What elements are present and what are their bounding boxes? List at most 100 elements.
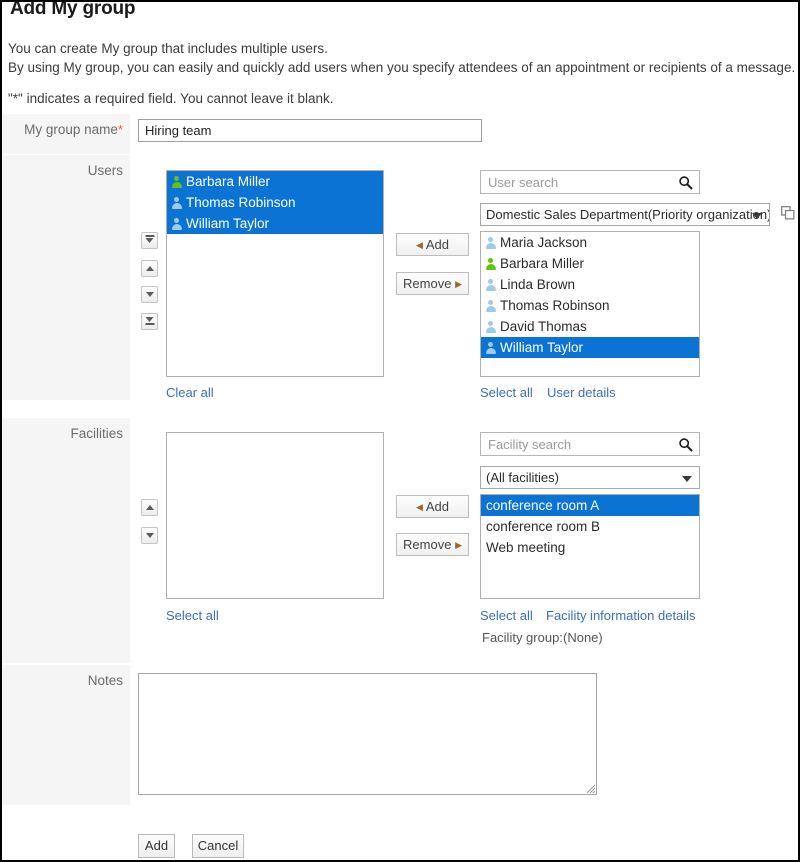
arrow-to-top-icon xyxy=(145,235,154,243)
list-item-label: Maria Jackson xyxy=(500,235,588,250)
list-item-label: Thomas Robinson xyxy=(186,195,296,210)
list-item-label: Thomas Robinson xyxy=(500,298,610,313)
users-label: Users xyxy=(87,163,123,178)
user-search-field[interactable] xyxy=(480,170,700,194)
user-icon xyxy=(484,341,497,354)
organization-select-value: Domestic Sales Department(Priority organ… xyxy=(486,207,770,222)
facilities-selected-listbox[interactable] xyxy=(166,432,384,599)
magnifier-icon[interactable] xyxy=(678,175,693,190)
user-icon xyxy=(484,278,497,291)
notes-label-cell: Notes xyxy=(2,665,130,805)
list-item[interactable]: conference room B xyxy=(481,516,699,537)
triangle-left-icon: ◀ xyxy=(416,240,423,250)
page-title: Add My group xyxy=(10,2,136,19)
list-item-label: William Taylor xyxy=(186,216,270,231)
list-item[interactable]: Barbara Miller xyxy=(167,171,383,192)
user-icon xyxy=(484,320,497,333)
required-asterisk: * xyxy=(117,122,123,137)
users-move-down-button[interactable] xyxy=(141,286,158,303)
required-field-note: "*" indicates a required field. You cann… xyxy=(8,91,334,106)
user-icon xyxy=(484,236,497,249)
magnifier-icon[interactable] xyxy=(678,437,693,452)
list-item-label: Web meeting xyxy=(486,540,566,555)
users-move-up-button[interactable] xyxy=(141,260,158,277)
triangle-right-icon: ▶ xyxy=(455,279,462,289)
facilities-add-button[interactable]: ◀ Add xyxy=(396,495,469,518)
facility-group-select[interactable]: (All facilities) xyxy=(480,466,700,489)
arrow-down-icon xyxy=(145,292,154,297)
user-search-input[interactable] xyxy=(481,171,699,193)
facilities-label-cell: Facilities xyxy=(2,418,130,663)
screenshot-root: Add My group You can create My group tha… xyxy=(0,0,800,862)
duplicate-window-icon[interactable] xyxy=(781,206,795,220)
facility-group-select-value: (All facilities) xyxy=(486,470,559,485)
users-selected-listbox[interactable]: Barbara Miller Thomas Robinson William Tay… xyxy=(166,170,384,377)
facilities-select-all-link[interactable]: Select all xyxy=(480,608,533,623)
list-item[interactable]: Web meeting xyxy=(481,537,699,558)
user-details-link[interactable]: User details xyxy=(547,385,616,400)
list-item[interactable]: Maria Jackson xyxy=(481,232,699,253)
list-item-label: Linda Brown xyxy=(500,277,576,292)
triangle-left-icon: ◀ xyxy=(416,502,423,512)
page-description-line-2: By using My group, you can easily and qu… xyxy=(8,60,796,75)
facilities-candidate-listbox[interactable]: conference room A conference room B Web me… xyxy=(480,494,700,599)
facility-group-value: (None) xyxy=(563,630,603,645)
facilities-move-down-button[interactable] xyxy=(141,527,158,544)
list-item[interactable]: Linda Brown xyxy=(481,274,699,295)
user-icon xyxy=(170,217,183,230)
facility-search-field[interactable] xyxy=(480,432,700,456)
list-item[interactable]: Barbara Miller xyxy=(481,253,699,274)
facilities-remove-button[interactable]: Remove ▶ xyxy=(396,533,469,556)
list-item-label: Barbara Miller xyxy=(186,174,271,189)
submit-add-button[interactable]: Add xyxy=(138,834,175,858)
facilities-select-all-left-link[interactable]: Select all xyxy=(166,608,219,623)
list-item[interactable]: William Taylor xyxy=(481,337,699,358)
notes-textarea[interactable] xyxy=(138,673,597,795)
user-icon xyxy=(484,299,497,312)
user-icon xyxy=(170,175,183,188)
users-selected-items: Barbara Miller Thomas Robinson William Tay… xyxy=(167,171,383,234)
chevron-down-icon xyxy=(682,475,692,482)
users-clear-all-link[interactable]: Clear all xyxy=(166,385,214,400)
list-item[interactable]: Thomas Robinson xyxy=(481,295,699,316)
list-item-label: David Thomas xyxy=(500,319,587,334)
list-item-label: Barbara Miller xyxy=(500,256,585,271)
notes-label: Notes xyxy=(87,673,123,688)
users-add-button[interactable]: ◀ Add xyxy=(396,233,469,256)
users-candidate-listbox[interactable]: Maria Jackson Barbara Miller Linda Brown Th… xyxy=(480,231,700,377)
page-body: Add My group You can create My group tha… xyxy=(2,2,798,860)
triangle-right-icon: ▶ xyxy=(455,540,462,550)
list-item-label: William Taylor xyxy=(500,340,584,355)
organization-select[interactable]: Domestic Sales Department(Priority organ… xyxy=(480,203,770,226)
list-item-label: conference room A xyxy=(486,498,600,513)
facility-group-caption: Facility group: xyxy=(482,630,563,645)
users-select-all-link[interactable]: Select all xyxy=(480,385,533,400)
facilities-label: Facilities xyxy=(70,426,123,441)
users-remove-button[interactable]: Remove ▶ xyxy=(396,272,469,295)
my-group-name-label-cell: My group name* xyxy=(2,114,130,154)
arrow-up-icon xyxy=(145,266,154,271)
my-group-name-label: My group name* xyxy=(24,122,123,137)
user-icon xyxy=(170,196,183,209)
users-move-to-bottom-button[interactable] xyxy=(141,313,158,330)
facilities-move-up-button[interactable] xyxy=(141,499,158,516)
my-group-name-input[interactable] xyxy=(138,119,482,142)
users-candidate-items: Maria Jackson Barbara Miller Linda Brown Th… xyxy=(481,232,699,358)
arrow-up-icon xyxy=(145,505,154,510)
list-item[interactable]: William Taylor xyxy=(167,213,383,234)
user-icon xyxy=(484,257,497,270)
page-description-line-1: You can create My group that includes mu… xyxy=(8,41,328,56)
chevron-down-icon xyxy=(752,212,762,219)
cancel-button[interactable]: Cancel xyxy=(192,834,244,858)
arrow-to-bottom-icon xyxy=(145,317,154,325)
facilities-candidate-items: conference room A conference room B Web me… xyxy=(481,495,699,558)
list-item[interactable]: David Thomas xyxy=(481,316,699,337)
facility-information-details-link[interactable]: Facility information details xyxy=(546,608,696,623)
list-item[interactable]: conference room A xyxy=(481,495,699,516)
users-move-to-top-button[interactable] xyxy=(141,232,158,249)
facility-search-input[interactable] xyxy=(481,433,699,455)
list-item[interactable]: Thomas Robinson xyxy=(167,192,383,213)
arrow-down-icon xyxy=(145,533,154,538)
list-item-label: conference room B xyxy=(486,519,601,534)
users-label-cell: Users xyxy=(2,155,130,400)
